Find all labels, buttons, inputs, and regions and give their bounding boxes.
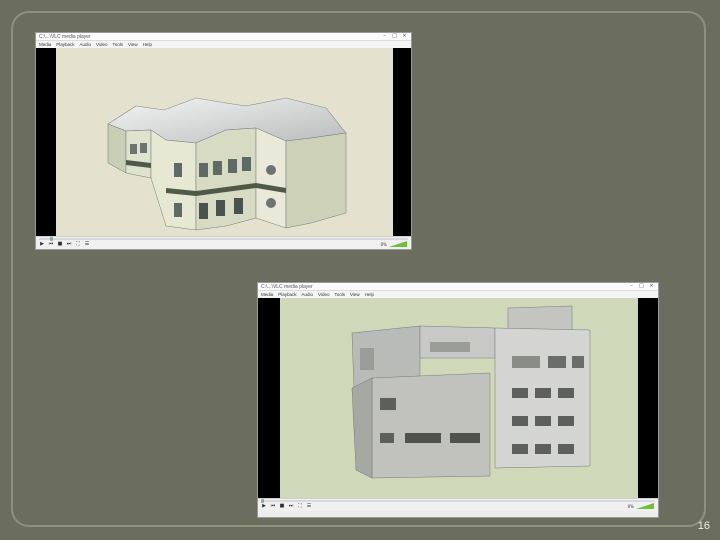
next-icon[interactable]: ⏭ <box>288 504 294 509</box>
maximize-icon[interactable]: □ <box>638 284 645 289</box>
video-frame-building-1 <box>56 48 393 236</box>
playback-controls: ▶ ⏮ ■ ⏭ ⛶ ☰ 0% <box>258 498 658 511</box>
play-icon[interactable]: ▶ <box>39 242 45 247</box>
seek-bar[interactable] <box>39 237 408 241</box>
maximize-icon[interactable]: □ <box>391 34 398 39</box>
video-frame-building-2 <box>280 298 638 498</box>
stop-icon[interactable]: ■ <box>57 242 63 247</box>
building-render-2 <box>351 305 591 479</box>
menu-audio[interactable]: Audio <box>302 292 314 297</box>
previous-icon[interactable]: ⏮ <box>270 504 276 509</box>
media-player-window-1: C:\...\VLC media player – □ × Media Play… <box>35 32 412 250</box>
status-bar <box>258 511 658 517</box>
video-area[interactable] <box>258 298 658 498</box>
fullscreen-icon[interactable]: ⛶ <box>297 504 303 509</box>
playlist-icon[interactable]: ☰ <box>84 242 90 247</box>
play-icon[interactable]: ▶ <box>261 504 267 509</box>
video-area[interactable] <box>36 48 411 236</box>
menu-help[interactable]: Help <box>143 42 152 47</box>
minimize-icon[interactable]: – <box>381 34 388 39</box>
building-render-1 <box>107 97 347 231</box>
menu-view[interactable]: View <box>350 292 360 297</box>
menu-playback[interactable]: Playback <box>56 42 74 47</box>
page-number: 16 <box>697 520 710 532</box>
title-bar: C:\...\VLC media player – □ × <box>36 33 411 41</box>
next-icon[interactable]: ⏭ <box>66 242 72 247</box>
volume-level: 0% <box>380 242 387 247</box>
menu-media[interactable]: Media <box>39 42 51 47</box>
menu-bar: Media Playback Audio Video Tools View He… <box>258 291 658 298</box>
media-player-window-2: C:\...\VLC media player – □ × Media Play… <box>257 282 659 518</box>
stop-icon[interactable]: ■ <box>279 504 285 509</box>
menu-media[interactable]: Media <box>261 292 273 297</box>
close-icon[interactable]: × <box>648 284 655 289</box>
playlist-icon[interactable]: ☰ <box>306 504 312 509</box>
menu-bar: Media Playback Audio Video Tools View He… <box>36 41 411 48</box>
fullscreen-icon[interactable]: ⛶ <box>75 242 81 247</box>
title-bar: C:\...\VLC media player – □ × <box>258 283 658 291</box>
window-title: C:\...\VLC media player <box>39 33 91 40</box>
minimize-icon[interactable]: – <box>628 284 635 289</box>
volume-slider[interactable] <box>389 241 407 247</box>
volume-level: 0% <box>627 504 634 509</box>
seek-bar[interactable] <box>261 499 655 503</box>
menu-view[interactable]: View <box>128 42 138 47</box>
window-title: C:\...\VLC media player <box>261 283 313 290</box>
volume-slider[interactable] <box>636 503 654 509</box>
menu-help[interactable]: Help <box>365 292 374 297</box>
menu-video[interactable]: Video <box>96 42 107 47</box>
menu-video[interactable]: Video <box>318 292 329 297</box>
menu-playback[interactable]: Playback <box>278 292 296 297</box>
menu-audio[interactable]: Audio <box>80 42 92 47</box>
menu-tools[interactable]: Tools <box>112 42 123 47</box>
previous-icon[interactable]: ⏮ <box>48 242 54 247</box>
menu-tools[interactable]: Tools <box>334 292 345 297</box>
playback-controls: ▶ ⏮ ■ ⏭ ⛶ ☰ 0% <box>36 236 411 249</box>
close-icon[interactable]: × <box>401 34 408 39</box>
